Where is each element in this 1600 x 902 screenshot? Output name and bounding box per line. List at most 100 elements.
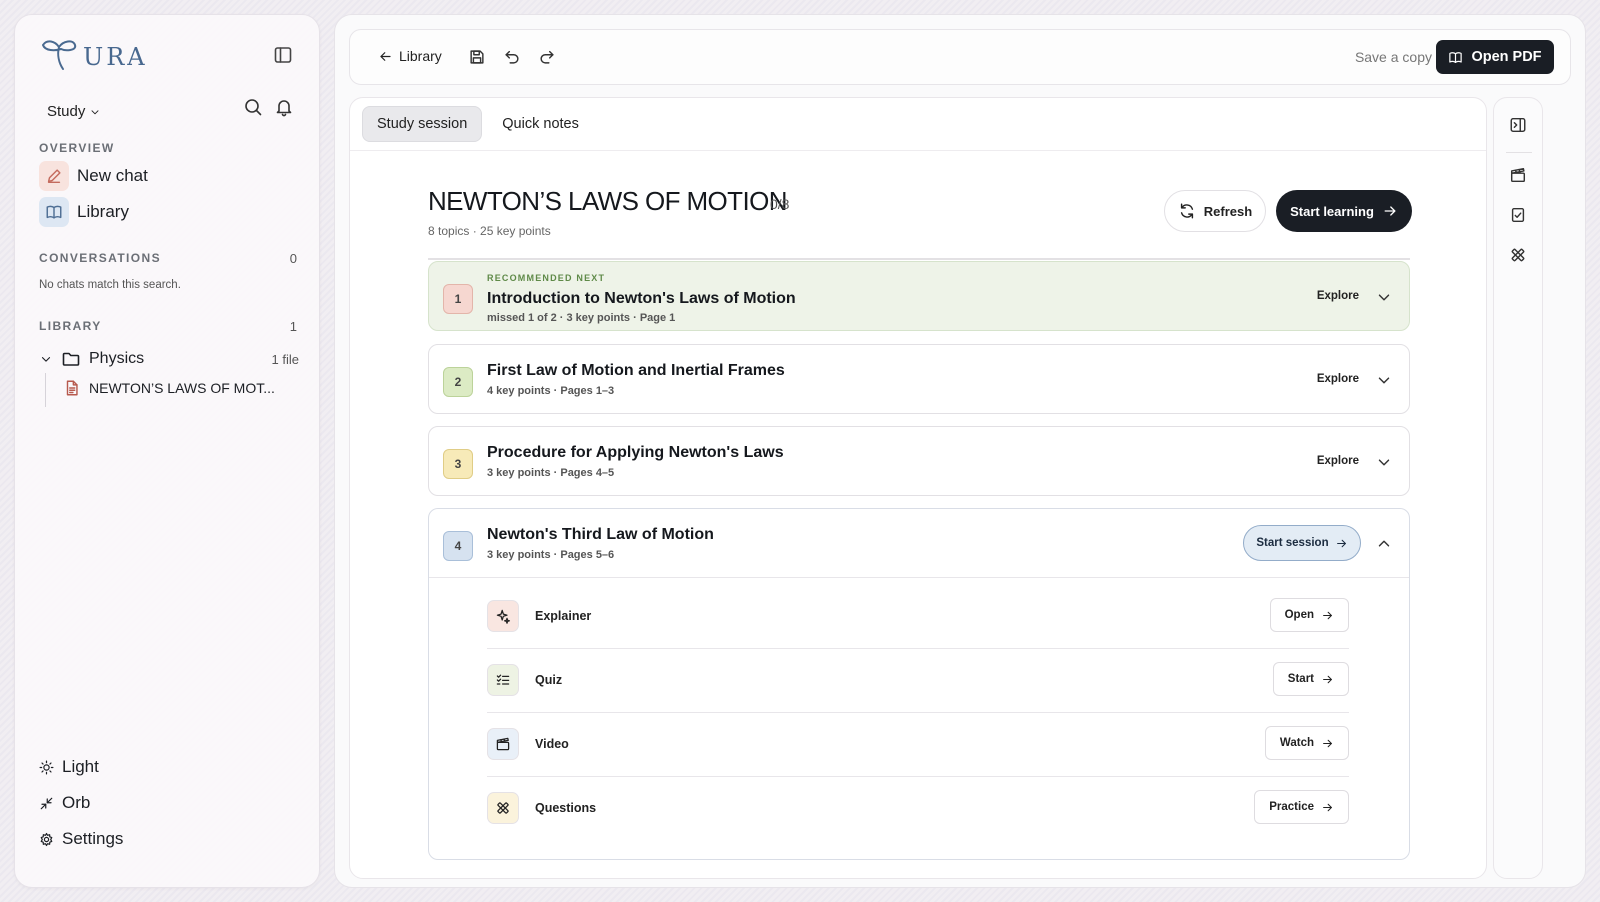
topic-card-expanded: 4 Newton's Third Law of Motion 3 key poi… [428, 508, 1410, 860]
resource-action-label: Watch [1279, 737, 1314, 749]
rail-questions-button[interactable] [1509, 246, 1527, 264]
expand-panel-button[interactable] [1509, 116, 1527, 134]
chevron-down-icon [1378, 459, 1390, 466]
sidebar-item-library[interactable]: Library [39, 197, 129, 227]
practice-questions-button[interactable]: Practice [1254, 790, 1349, 824]
tab-quick-notes[interactable]: Quick notes [488, 106, 593, 142]
chevron-down-icon [41, 357, 51, 362]
topic-title: Introduction to Newton's Laws of Motion [487, 290, 796, 307]
notifications-button[interactable] [274, 97, 294, 117]
orb-label: Orb [62, 793, 91, 812]
explore-button[interactable]: Explore [1317, 373, 1359, 385]
resource-action-label: Start [1287, 673, 1314, 685]
start-session-button[interactable]: Start session [1243, 525, 1361, 561]
divider [1506, 152, 1532, 153]
divider [429, 577, 1409, 578]
resource-label: Questions [535, 801, 597, 815]
topic-number: 2 [443, 367, 473, 397]
library-label: LIBRARY [39, 319, 102, 333]
tab-study-session[interactable]: Study session [362, 106, 483, 142]
expand-toggle[interactable] [1375, 453, 1393, 471]
resource-label: Quiz [535, 673, 563, 687]
sidebar: URA Study OVERVIEW New chat Library CONV… [14, 14, 320, 888]
topic-card[interactable]: 2 First Law of Motion and Inertial Frame… [428, 344, 1410, 414]
app-logo[interactable]: URA [37, 37, 148, 73]
file-text-icon [66, 380, 78, 396]
expand-toggle[interactable] [1375, 371, 1393, 389]
topic-number: 4 [443, 531, 473, 561]
file-name: NEWTON’S LAWS OF MOT... [89, 380, 275, 396]
topic-card[interactable]: 1 RECOMMENDED NEXT Introduction to Newto… [428, 261, 1410, 331]
sidebar-toggle-icon [274, 47, 292, 63]
refresh-icon [1180, 203, 1193, 219]
clapperboard-icon [487, 728, 519, 760]
tools-icon [487, 792, 519, 824]
progress-count: 0/8 [770, 196, 790, 212]
logo-mark-icon [42, 40, 77, 70]
explore-button[interactable]: Explore [1317, 290, 1359, 302]
divider [428, 258, 1410, 260]
right-rail [1493, 97, 1543, 879]
resource-label: Explainer [535, 609, 592, 623]
search-button[interactable] [243, 97, 263, 117]
back-to-library-link[interactable]: Library [378, 48, 442, 64]
overview-label: OVERVIEW [39, 141, 115, 155]
explore-button[interactable]: Explore [1317, 455, 1359, 467]
mode-select[interactable]: Study [47, 103, 101, 120]
undo-button[interactable] [503, 48, 521, 66]
watch-video-button[interactable]: Watch [1264, 726, 1349, 760]
resource-row-questions: Questions Practice [487, 777, 1349, 841]
collapse-sidebar-button[interactable] [273, 45, 293, 65]
library-nav-label: Library [77, 202, 129, 221]
tree-line [45, 373, 46, 407]
panel-right-icon [1510, 117, 1526, 133]
bell-icon [276, 100, 292, 117]
redo-icon [540, 50, 554, 64]
expand-toggle[interactable] [1375, 288, 1393, 306]
topic-meta: missed 1 of 2 · 3 key points · Page 1 [487, 312, 676, 324]
topic-title: First Law of Motion and Inertial Frames [487, 362, 785, 379]
toolbar: Library Save a copy Open PDF [349, 29, 1571, 85]
new-chat-label: New chat [77, 166, 148, 185]
logo-text: URA [83, 43, 148, 71]
mode-select-label: Study [47, 103, 86, 120]
pencil-icon [39, 161, 69, 191]
arrow-right-icon [1336, 539, 1346, 547]
clapperboard-icon [1510, 167, 1526, 183]
open-explainer-button[interactable]: Open [1269, 598, 1349, 632]
conversations-label: CONVERSATIONS [39, 251, 161, 265]
arrow-right-icon [1323, 675, 1332, 683]
start-quiz-button[interactable]: Start [1272, 662, 1349, 696]
folder-physics[interactable]: Physics 1 file [39, 349, 299, 369]
save-button[interactable] [468, 48, 486, 66]
open-pdf-button[interactable]: Open PDF [1436, 40, 1554, 74]
file-item[interactable]: NEWTON’S LAWS OF MOT... [63, 379, 275, 397]
start-learning-button[interactable]: Start learning [1276, 190, 1412, 232]
rail-video-button[interactable] [1509, 166, 1527, 184]
new-chat-button[interactable]: New chat [39, 161, 148, 191]
resource-row-video: Video Watch [487, 713, 1349, 777]
collapse-toggle[interactable] [1375, 535, 1393, 553]
folder-icon [62, 352, 80, 366]
topic-card[interactable]: 3 Procedure for Applying Newton's Laws 3… [428, 426, 1410, 496]
rail-quiz-button[interactable] [1509, 206, 1527, 224]
tab-bar: Study session Quick notes [362, 106, 593, 142]
open-pdf-label: Open PDF [1471, 49, 1542, 65]
resource-label: Video [535, 737, 569, 751]
settings-button[interactable]: Settings [39, 829, 123, 849]
theme-light-button[interactable]: Light [39, 757, 99, 777]
book-open-icon [39, 197, 69, 227]
orb-button[interactable]: Orb [39, 793, 90, 813]
refresh-button[interactable]: Refresh [1164, 190, 1266, 232]
save-icon [470, 50, 484, 64]
book-open-icon [1449, 51, 1463, 63]
sparkles-icon [487, 600, 519, 632]
topic-number: 3 [443, 449, 473, 479]
topic-title: Procedure for Applying Newton's Laws [487, 444, 784, 461]
arrow-left-icon [380, 51, 391, 61]
redo-button[interactable] [538, 48, 556, 66]
minimize-icon [40, 797, 53, 809]
chevron-up-icon [1378, 540, 1390, 547]
settings-label: Settings [62, 829, 124, 848]
save-copy-button[interactable]: Save a copy [1355, 49, 1432, 65]
